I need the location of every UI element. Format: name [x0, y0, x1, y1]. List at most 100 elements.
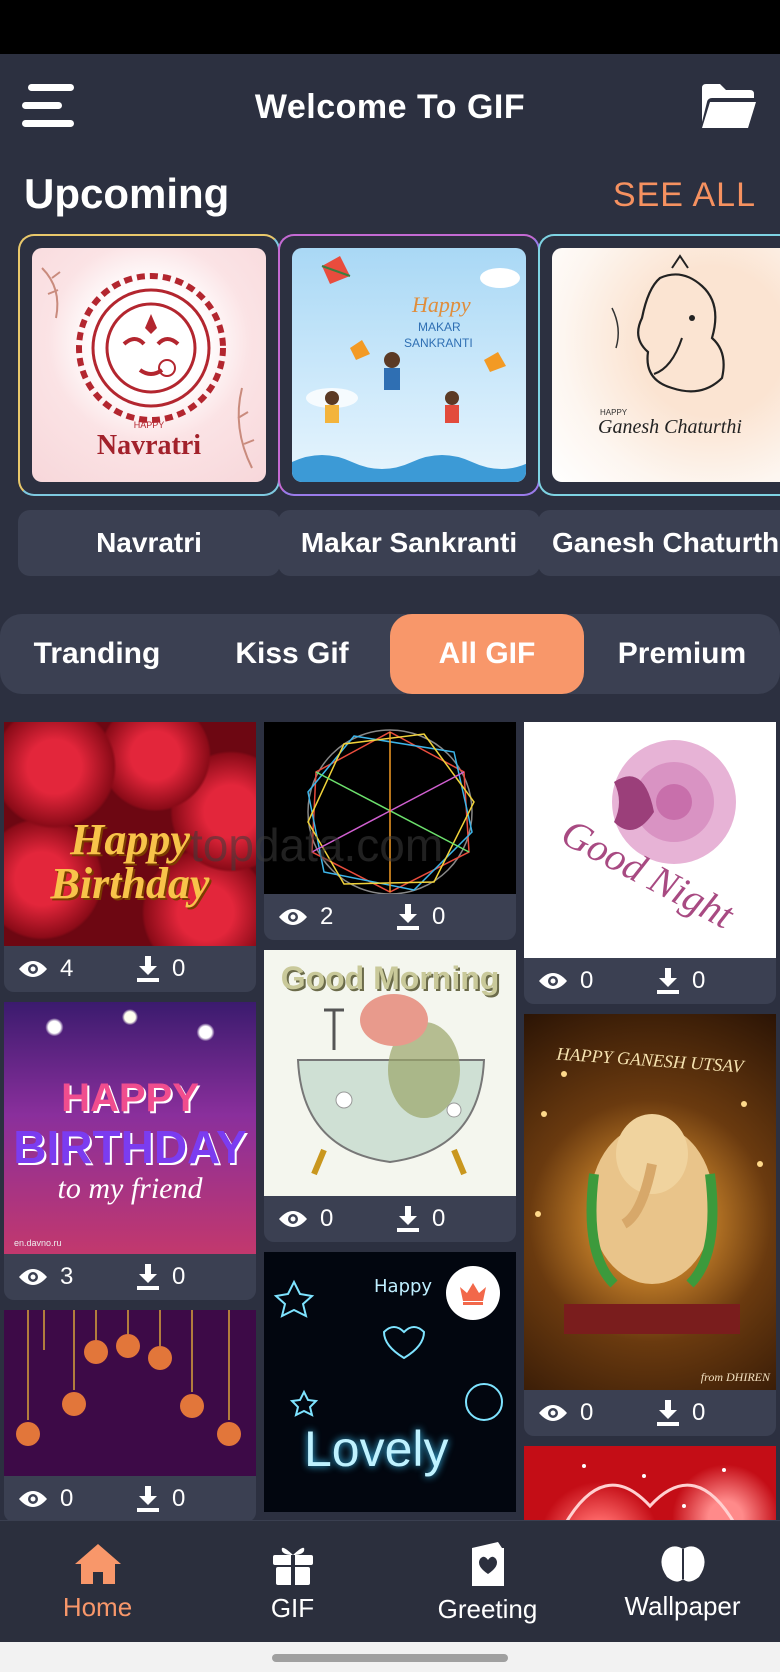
eye-icon — [539, 1405, 567, 1421]
makar-art-makar: MAKAR — [418, 320, 461, 334]
gif-art-line2: BIRTHDAY — [13, 1121, 247, 1173]
gift-icon — [272, 1547, 313, 1585]
eye-icon — [279, 1211, 307, 1227]
gif-tile[interactable]: 2 0 — [264, 722, 516, 940]
downloads-count: 0 — [396, 903, 514, 931]
gif-art-line3: to my friend — [57, 1172, 203, 1205]
home-icon — [74, 1543, 121, 1584]
upcoming-card-makar-sankranti[interactable]: Happy MAKAR SANKRANTI — [278, 234, 540, 496]
download-icon — [397, 904, 419, 930]
nav-wallpaper-label: Wallpaper — [624, 1590, 741, 1621]
nav-home[interactable]: Home — [0, 1521, 195, 1642]
gif-column-1: Happy Birthday 4 0 HAPPY BIRTHDAY to my … — [4, 722, 256, 1532]
status-bar — [0, 0, 780, 54]
gif-art-line1: HAPPY — [61, 1076, 199, 1120]
upcoming-label-navratri[interactable]: Navratri — [18, 510, 280, 576]
nav-wallpaper[interactable]: Wallpaper — [585, 1521, 780, 1642]
see-all-button[interactable]: SEE ALL — [613, 176, 756, 215]
gif-tile[interactable]: Good Night 0 0 — [524, 722, 776, 1004]
eye-icon — [19, 1491, 47, 1507]
gif-tile[interactable]: Happy Birthday 4 0 — [4, 722, 256, 992]
wallpaper-icon — [660, 1545, 705, 1582]
section-title-upcoming: Upcoming — [24, 170, 230, 217]
gif-column-2: 2 0 Good Morning 0 0 Happy Lovely — [264, 722, 516, 1522]
tab-tranding[interactable]: Tranding — [0, 614, 194, 694]
gif-stats: 0 0 — [4, 1476, 256, 1522]
gif-art-credit: en.davno.ru — [14, 1238, 62, 1248]
views-count: 4 — [18, 955, 136, 983]
tab-premium[interactable]: Premium — [584, 614, 780, 694]
category-tabs: Tranding Kiss Gif All GIF Premium — [0, 614, 780, 694]
views-count: 0 — [278, 1205, 396, 1233]
page-title: Welcome To GIF — [254, 88, 526, 126]
downloads-count: 0 — [136, 955, 254, 983]
upcoming-label-makar-sankranti[interactable]: Makar Sankranti — [278, 510, 540, 576]
eye-icon — [539, 973, 567, 989]
eye-icon — [279, 909, 307, 925]
premium-badge — [446, 1266, 500, 1320]
ganesh-art-caption: Ganesh Chaturthi — [598, 416, 742, 438]
gif-thumbnail-birthday-friend: HAPPY BIRTHDAY to my friend en.davno.ru — [4, 1002, 256, 1254]
nav-greeting[interactable]: Greeting — [390, 1521, 585, 1642]
gif-grid[interactable]: Happy Birthday 4 0 HAPPY BIRTHDAY to my … — [0, 722, 780, 1574]
greeting-card-icon — [471, 1541, 504, 1586]
tab-all-gif[interactable]: All GIF — [390, 614, 584, 694]
crown-icon — [460, 1283, 486, 1305]
gif-tile[interactable]: HAPPY GANESH UTSAV from DHIREN 0 0 — [524, 1014, 776, 1436]
upcoming-card-ganesh-chaturthi[interactable]: HAPPY Ganesh Chaturthi — [538, 234, 780, 496]
gif-tile[interactable]: HAPPY BIRTHDAY to my friend en.davno.ru … — [4, 1002, 256, 1300]
gif-tile[interactable]: 0 0 — [4, 1310, 256, 1522]
gif-art-text: Lovely — [304, 1421, 449, 1477]
download-icon — [657, 968, 679, 994]
gif-stats: 4 0 — [4, 946, 256, 992]
gif-column-3: Good Night 0 0 HAPPY GANESH UTSAV from D… — [524, 722, 776, 1574]
nav-gif[interactable]: GIF — [195, 1521, 390, 1642]
upcoming-carousel[interactable]: HAPPY Navratri Navratri Happy MAKAR SANK… — [0, 234, 780, 634]
makar-art-happy: Happy — [412, 292, 471, 317]
folder-icon[interactable] — [698, 82, 758, 130]
gif-tile[interactable]: Happy Lovely — [264, 1252, 516, 1512]
eye-icon — [19, 961, 47, 977]
upcoming-label-ganesh-chaturthi[interactable]: Ganesh Chaturthi — [538, 510, 780, 576]
download-icon — [137, 1264, 159, 1290]
svg-text:Happy: Happy — [374, 1276, 432, 1297]
downloads-count: 0 — [136, 1263, 254, 1291]
nav-home-label: Home — [62, 1591, 133, 1622]
upcoming-card-navratri[interactable]: HAPPY Navratri — [18, 234, 280, 496]
downloads-count: 0 — [656, 1399, 774, 1427]
gif-art-text: Happy Birthday — [50, 815, 210, 908]
gif-stats: 0 0 — [524, 1390, 776, 1436]
downloads-count: 0 — [656, 967, 774, 995]
navratri-art-caption: Navratri — [96, 430, 202, 461]
downloads-count: 0 — [136, 1485, 254, 1513]
tab-kiss-gif[interactable]: Kiss Gif — [194, 614, 390, 694]
nav-greeting-label: Greeting — [437, 1593, 538, 1624]
makar-art-sankranti: SANKRANTI — [404, 336, 473, 350]
makar-sankranti-image: Happy MAKAR SANKRANTI — [292, 248, 526, 482]
home-gesture-bar[interactable] — [272, 1654, 508, 1662]
gif-tile[interactable]: Good Morning 0 0 — [264, 950, 516, 1242]
gif-thumbnail-happy-birthday: Happy Birthday — [4, 722, 256, 946]
gif-thumbnail-good-night: Good Night — [524, 722, 776, 958]
download-icon — [137, 1486, 159, 1512]
views-count: 0 — [538, 1399, 656, 1427]
views-count: 0 — [538, 967, 656, 995]
gif-stats: 0 0 — [524, 958, 776, 1004]
gif-art-credit: from DHIREN — [700, 1370, 770, 1384]
gif-thumbnail-ganesh-utsav: HAPPY GANESH UTSAV from DHIREN — [524, 1014, 776, 1390]
downloads-count: 0 — [396, 1205, 514, 1233]
ganesh-chaturthi-image: HAPPY Ganesh Chaturthi — [552, 248, 780, 482]
gif-stats: 2 0 — [264, 894, 516, 940]
views-count: 3 — [18, 1263, 136, 1291]
eye-icon — [19, 1269, 47, 1285]
gif-thumbnail-diya-lamps — [4, 1310, 256, 1476]
top-app-bar: Welcome To GIF — [0, 54, 780, 164]
navratri-image: HAPPY Navratri — [32, 248, 266, 482]
app-screen: Welcome To GIF Upcoming SEE ALL HAPPY Na… — [0, 54, 780, 1642]
download-icon — [397, 1206, 419, 1232]
nav-gif-label: GIF — [270, 1592, 315, 1623]
bottom-navigation: Home GIF Greeting Wallpaper — [0, 1520, 780, 1642]
navratri-art-small: HAPPY — [133, 420, 165, 430]
views-count: 0 — [18, 1485, 136, 1513]
views-count: 2 — [278, 903, 396, 931]
